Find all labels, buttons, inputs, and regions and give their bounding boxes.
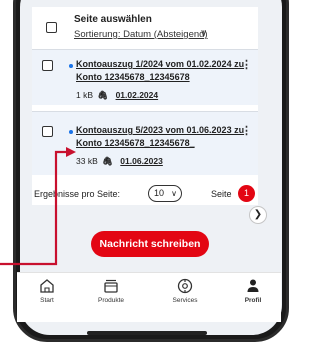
document-row[interactable]: Kontoauszug 1/2024 vom 01.02.2024 zu Kon… [32,49,258,105]
document-meta: 33 kB 🖇︎ 01.06.2023 [76,156,163,167]
tab-profil[interactable]: Profil [228,277,278,304]
services-icon [177,278,193,294]
select-page-checkbox[interactable] [46,22,57,33]
document-title-link[interactable]: Kontoauszug 5/2023 vom 01.06.2023 zu [76,124,246,137]
write-message-button[interactable]: Nachricht schreiben [91,231,209,257]
bottom-tab-bar: Start Produkte Services Profil [17,272,281,322]
results-per-page-label: Ergebnisse pro Seite: [34,189,121,199]
document-date[interactable]: 01.06.2023 [120,156,163,166]
document-size: 1 kB [76,90,94,100]
tab-produkte[interactable]: Produkte [86,277,136,304]
document-date[interactable]: 01.02.2024 [116,90,159,100]
home-indicator [87,331,207,335]
more-options-icon[interactable]: ⋮ [241,60,252,71]
select-page-row: Seite auswählen Sortierung: Datum (Abste… [32,7,258,49]
document-meta: 1 kB 🖇︎ 01.02.2024 [76,90,158,101]
document-list: Seite auswählen Sortierung: Datum (Abste… [32,7,258,205]
tab-label: Start [40,297,54,304]
results-per-page-select[interactable]: 10 ∨ [148,185,182,202]
next-page-button[interactable]: ❯ [249,206,267,224]
current-page-badge[interactable]: 1 [238,185,255,202]
unread-dot-icon [69,130,73,134]
chevron-down-icon: ∨ [171,189,177,198]
document-checkbox[interactable] [42,60,53,71]
sort-dropdown[interactable]: Sortierung: Datum (Absteigend) [74,29,208,40]
cards-icon [104,279,118,293]
more-options-icon[interactable]: ⋮ [241,126,252,137]
pagination-bar: Ergebnisse pro Seite: 10 ∨ Seite 1 [32,183,258,205]
results-per-page-value: 10 [154,188,165,198]
profile-icon [247,279,259,292]
home-icon [40,279,54,293]
paperclip-icon: 🖇︎ [102,156,113,166]
document-title-link[interactable]: Kontoauszug 1/2024 vom 01.02.2024 zu [76,58,246,71]
tab-label: Services [172,297,198,304]
document-title-link-line2[interactable]: Konto 12345678_12345678_ [76,137,246,150]
document-title-link-line2[interactable]: Konto 12345678_12345678 [76,71,246,84]
document-size: 33 kB [76,156,98,166]
document-checkbox[interactable] [42,126,53,137]
page-label: Seite [211,189,232,199]
select-page-label: Seite auswählen [74,14,152,25]
document-row[interactable]: Kontoauszug 5/2023 vom 01.06.2023 zu Kon… [32,111,258,175]
paperclip-icon: 🖇︎ [97,90,109,100]
tab-services[interactable]: Services [160,277,210,304]
unread-dot-icon [69,64,73,68]
chevron-down-icon[interactable]: ∨ [200,28,207,39]
tab-start[interactable]: Start [22,277,72,304]
tab-label: Produkte [97,297,125,304]
tab-label: Profil [244,297,262,304]
